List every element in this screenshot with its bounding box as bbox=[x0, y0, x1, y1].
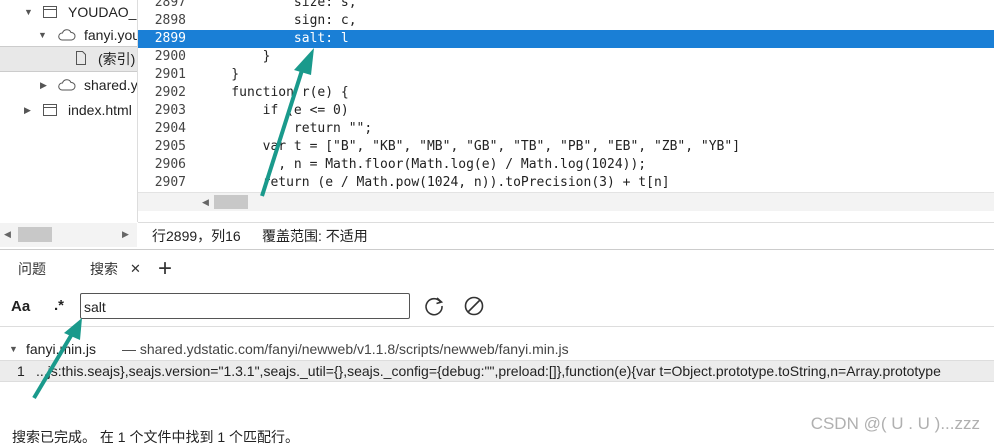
tree-item-index-html[interactable]: ▶ index.html bbox=[0, 98, 137, 122]
clear-icon[interactable] bbox=[463, 295, 485, 317]
cloud-icon bbox=[58, 79, 76, 91]
cursor-position: 行2899，列16 bbox=[152, 228, 241, 244]
code-line[interactable]: 2899 salt: l bbox=[138, 30, 994, 48]
tree-item-fanyi[interactable]: ▼ fanyi.you bbox=[0, 23, 137, 47]
line-number: 2901 bbox=[154, 67, 186, 82]
tab-issues[interactable]: 问题 bbox=[18, 250, 46, 288]
code-line[interactable]: 2902 function r(e) { bbox=[138, 84, 994, 102]
close-icon[interactable]: ✕ bbox=[130, 250, 141, 288]
code-horizontal-scrollbar[interactable]: ◀ bbox=[138, 192, 994, 211]
editor-status-bar: 行2899，列16 覆盖范围: 不适用 bbox=[138, 222, 994, 249]
result-line-number: 1 bbox=[17, 363, 25, 379]
result-file-source: — shared.ydstatic.com/fanyi/newweb/v1.1.… bbox=[122, 341, 569, 357]
line-number: 2904 bbox=[154, 121, 186, 136]
tree-item-shared[interactable]: ▶ shared.y bbox=[0, 73, 137, 97]
code-line[interactable]: 2903 if (e <= 0) bbox=[138, 102, 994, 120]
code-text: } bbox=[200, 49, 271, 64]
tab-search[interactable]: 搜索 bbox=[90, 250, 118, 288]
collapse-icon[interactable]: ▶ bbox=[24, 98, 31, 122]
code-line[interactable]: 2900 } bbox=[138, 48, 994, 66]
code-editor[interactable]: 2897 size: s, 2898 sign: c, 2899 salt: l 29… bbox=[138, 0, 994, 192]
tree-item-label: (索引) bbox=[98, 51, 136, 67]
expand-icon[interactable]: ▼ bbox=[24, 0, 33, 24]
tree-item-label: index.html bbox=[68, 102, 132, 118]
coverage-status: 覆盖范围: 不适用 bbox=[262, 228, 368, 244]
tree-item-label: fanyi.you bbox=[84, 27, 137, 43]
cloud-icon bbox=[58, 29, 76, 41]
scroll-left-icon[interactable]: ◀ bbox=[202, 197, 209, 208]
line-number: 2897 bbox=[154, 0, 186, 10]
code-text: return ""; bbox=[200, 121, 373, 136]
code-line[interactable]: 2897 size: s, bbox=[138, 0, 994, 12]
tree-item-label: YOUDAO_S bbox=[68, 4, 137, 20]
scrollbar-thumb[interactable] bbox=[214, 195, 248, 209]
line-number: 2900 bbox=[154, 49, 186, 64]
code-line[interactable]: 2904 return ""; bbox=[138, 120, 994, 138]
code-text: if (e <= 0) bbox=[200, 103, 349, 118]
code-line[interactable]: 2901 } bbox=[138, 66, 994, 84]
match-case-button[interactable]: Aa bbox=[11, 298, 30, 315]
regex-button[interactable]: .* bbox=[54, 297, 64, 314]
search-status-text: 搜索已完成。 在 1 个文件中找到 1 个匹配行。 bbox=[12, 429, 300, 445]
expand-icon[interactable]: ▼ bbox=[9, 338, 18, 360]
result-file-name: fanyi.min.js bbox=[26, 341, 97, 357]
line-number: 2906 bbox=[154, 157, 186, 172]
tree-item-index[interactable]: (索引) bbox=[0, 46, 137, 72]
code-text: , n = Math.floor(Math.log(e) / Math.log(… bbox=[200, 157, 647, 172]
scroll-left-icon[interactable]: ◀ bbox=[4, 229, 11, 240]
result-match-row[interactable]: 1 ...js:this.seajs},seajs.version="1.3.1… bbox=[0, 360, 994, 382]
folder-icon bbox=[43, 104, 57, 116]
expand-icon[interactable]: ▼ bbox=[38, 23, 47, 47]
line-number: 2898 bbox=[154, 13, 186, 28]
code-line[interactable]: 2898 sign: c, bbox=[138, 12, 994, 30]
code-line[interactable]: 2907 return (e / Math.pow(1024, n)).toPr… bbox=[138, 174, 994, 192]
code-text: return (e / Math.pow(1024, n)).toPrecisi… bbox=[200, 175, 670, 190]
code-text: } bbox=[200, 67, 240, 82]
add-icon[interactable]: + bbox=[158, 250, 172, 288]
tree-horizontal-scrollbar[interactable]: ◀ ▶ bbox=[0, 223, 137, 247]
code-text: function r(e) { bbox=[200, 85, 349, 100]
search-input[interactable]: salt bbox=[80, 293, 410, 319]
result-match-text: ...js:this.seajs},seajs.version="1.3.1",… bbox=[36, 363, 941, 379]
search-toolbar: Aa .* salt bbox=[0, 288, 994, 327]
scroll-right-icon[interactable]: ▶ bbox=[122, 229, 129, 240]
line-number: 2903 bbox=[154, 103, 186, 118]
drawer-tabs: 问题 搜索 ✕ + bbox=[0, 249, 994, 289]
code-text: sign: c, bbox=[200, 13, 357, 28]
code-text: var t = ["B", "KB", "MB", "GB", "TB", "P… bbox=[200, 139, 741, 154]
line-number: 2905 bbox=[154, 139, 186, 154]
refresh-icon[interactable] bbox=[423, 295, 445, 317]
code-line[interactable]: 2906 , n = Math.floor(Math.log(e) / Math… bbox=[138, 156, 994, 174]
line-number: 2902 bbox=[154, 85, 186, 100]
line-number: 2899 bbox=[154, 31, 186, 46]
folder-icon bbox=[43, 6, 57, 18]
tree-item-youdao[interactable]: ▼ YOUDAO_S bbox=[0, 0, 137, 24]
search-query: salt bbox=[84, 299, 106, 315]
search-results: ▼ fanyi.min.js — shared.ydstatic.com/fan… bbox=[0, 336, 994, 426]
collapse-icon[interactable]: ▶ bbox=[40, 73, 47, 97]
tree-item-label: shared.y bbox=[84, 77, 137, 93]
scrollbar-thumb[interactable] bbox=[18, 227, 52, 242]
file-icon bbox=[76, 51, 86, 65]
code-text: salt: l bbox=[200, 31, 349, 46]
code-line[interactable]: 2905 var t = ["B", "KB", "MB", "GB", "TB… bbox=[138, 138, 994, 156]
line-number: 2907 bbox=[154, 175, 186, 190]
watermark: CSDN @( U . U )...zzz bbox=[810, 414, 980, 433]
code-text: size: s, bbox=[200, 0, 357, 10]
file-tree: ▼ YOUDAO_S ▼ fanyi.you (索引) ▶ shared.y ▶… bbox=[0, 0, 138, 222]
